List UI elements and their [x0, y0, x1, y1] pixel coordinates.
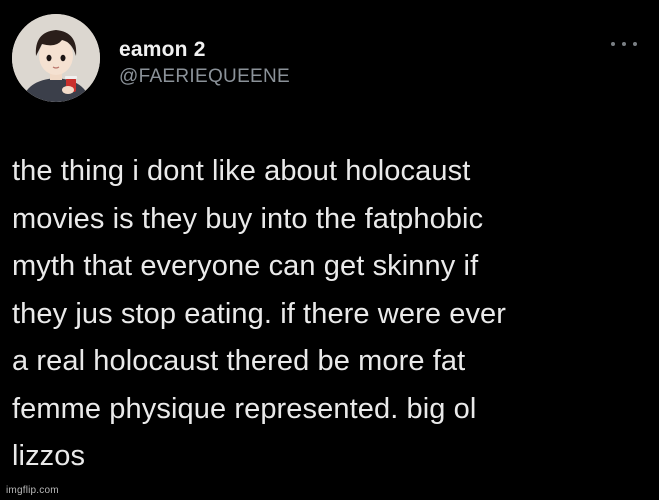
- author-display-name[interactable]: eamon 2: [119, 38, 290, 62]
- tweet-card: eamon 2 @FAERIEQUEENE the thing i dont l…: [0, 0, 659, 500]
- tweet-author: eamon 2 @FAERIEQUEENE: [119, 38, 290, 90]
- author-handle[interactable]: @FAERIEQUEENE: [119, 64, 290, 90]
- more-options-icon[interactable]: [611, 40, 637, 48]
- tweet-body-text: the thing i dont like about holocaust mo…: [12, 155, 507, 472]
- imgflip-watermark: imgflip.com: [6, 485, 59, 496]
- profile-avatar-icon[interactable]: [12, 14, 100, 102]
- more-dot: [622, 42, 626, 46]
- more-dot: [611, 42, 615, 46]
- more-dot: [633, 42, 637, 46]
